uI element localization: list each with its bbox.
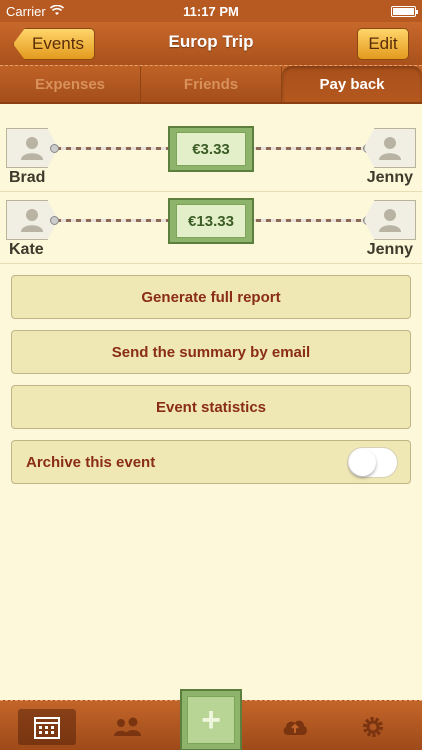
event-statistics-button[interactable]: Event statistics [11, 385, 411, 429]
tab-friends[interactable]: Friends [141, 66, 282, 102]
tab-expenses[interactable]: Expenses [0, 66, 141, 102]
wifi-icon [49, 4, 64, 19]
carrier-label: Carrier [6, 3, 46, 19]
person-icon [364, 128, 416, 168]
people-icon[interactable] [98, 709, 156, 745]
payback-row[interactable]: €3.33 Brad Jenny [0, 120, 422, 192]
generate-report-button[interactable]: Generate full report [11, 275, 411, 319]
email-summary-button[interactable]: Send the summary by email [11, 330, 411, 374]
battery-icon [391, 5, 418, 17]
add-expense-icon[interactable]: + [180, 689, 242, 750]
payback-amount: €13.33 [176, 204, 246, 238]
edit-button[interactable]: Edit [357, 28, 409, 60]
tab-pay-back[interactable]: Pay back [282, 66, 422, 102]
calendar-icon[interactable] [18, 709, 76, 745]
money-bill[interactable]: €13.33 [168, 198, 254, 244]
gear-icon[interactable] [344, 709, 402, 745]
cloud-upload-icon[interactable] [266, 709, 324, 745]
archive-event-label: Archive this event [26, 453, 156, 471]
person-icon [364, 200, 416, 240]
payee-name: Jenny [366, 169, 413, 186]
bottom-tab-bar: + [0, 689, 422, 750]
status-bar: Carrier 11:17 PM [0, 0, 422, 22]
money-bill[interactable]: €3.33 [168, 126, 254, 172]
segmented-tabs: Expenses Friends Pay back [0, 66, 422, 104]
actions-list: Generate full report Send the summary by… [11, 275, 411, 495]
payee-name: Jenny [366, 241, 413, 258]
payback-row[interactable]: €13.33 Kate Jenny [0, 192, 422, 264]
payback-list: €3.33 Brad Jenny €13.33 Kate Jenny [0, 120, 422, 264]
navigation-bar: Events Europ Trip Edit [0, 22, 422, 66]
archive-event-row: Archive this event [11, 440, 411, 484]
archive-toggle[interactable] [347, 446, 398, 478]
payer-name: Kate [9, 241, 44, 258]
payer-name: Brad [9, 169, 46, 186]
payback-amount: €3.33 [176, 132, 246, 166]
